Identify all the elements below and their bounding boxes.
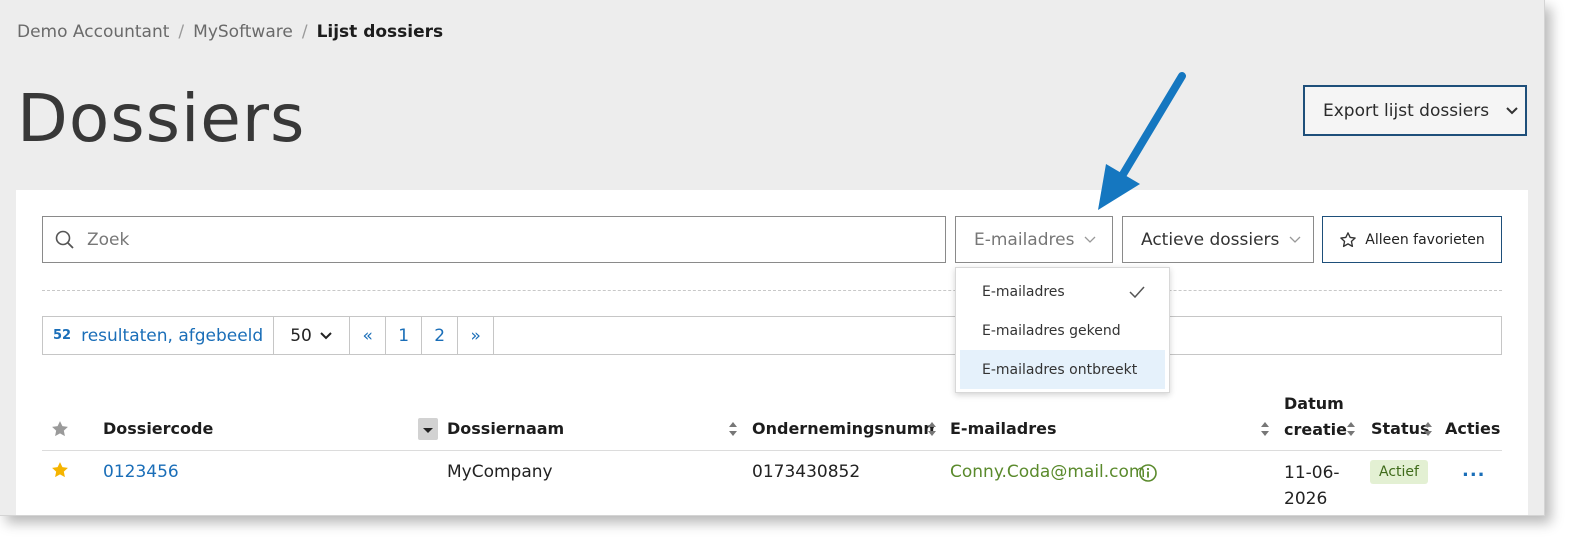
email-filter-select[interactable]: E-mailadres [955,216,1113,263]
favorite-column-star-icon[interactable] [50,419,70,439]
breadcrumb-item-accountant[interactable]: Demo Accountant [17,22,169,42]
info-icon[interactable] [1138,463,1158,483]
star-outline-icon [1340,231,1357,247]
breadcrumb-separator: / [301,22,308,42]
creation-date-line2: 2026 [1284,489,1328,509]
column-header-ondernemingsnummer-label: Ondernemingsnummer [752,419,934,438]
checkmark-icon [1129,285,1145,298]
sort-icon[interactable] [1259,420,1271,438]
sort-icon[interactable] [727,420,739,438]
breadcrumb: Demo Accountant / MySoftware / Lijst dossier… [17,22,443,42]
column-header-ondernemingsnummer[interactable]: Ondernemingsnummer [752,419,934,438]
export-list-button[interactable]: Export lijst dossiers [1303,85,1527,136]
column-header-datum-line1: Datum [1284,394,1344,413]
dropdown-option-email-missing[interactable]: E-mailadres ontbreekt [960,350,1165,389]
header-divider [42,450,1502,451]
breadcrumb-separator: / [178,22,185,42]
dropdown-option-label: E-mailadres gekend [982,322,1121,339]
breadcrumb-item-software[interactable]: MySoftware [193,22,293,42]
sort-icon[interactable] [926,420,938,438]
sort-icon[interactable] [1422,420,1434,438]
dossier-list-panel: E-mailadres Actieve dossiers Alleen favo… [16,190,1528,515]
sort-icon[interactable] [418,418,438,440]
results-count-number: 52 [53,328,72,343]
column-header-acties: Acties [1445,419,1501,438]
email-filter-dropdown: E-mailadres E-mailadres gekend E-mailadr… [955,267,1170,393]
first-page-button[interactable]: « [350,317,387,354]
dropdown-option-email[interactable]: E-mailadres [960,272,1165,311]
per-page-value: 50 [290,325,312,346]
favorites-only-label: Alleen favorieten [1365,231,1485,248]
column-header-status[interactable]: Status [1371,419,1430,438]
star-filled-icon[interactable] [50,460,70,480]
creation-date-line1: 11-06- [1284,463,1340,483]
column-header-dossiercode[interactable]: Dossiercode [103,419,213,438]
annotation-arrow [1098,72,1186,210]
chevron-down-icon [1506,106,1518,114]
column-header-dossiernaam[interactable]: Dossiernaam [447,419,564,438]
dropdown-option-label: E-mailadres [982,283,1065,300]
email-address: Conny.Coda@mail.com [950,462,1146,482]
row-actions-button[interactable]: ... [1462,460,1486,481]
breadcrumb-current: Lijst dossiers [316,22,444,42]
export-list-label: Export lijst dossiers [1323,100,1490,121]
email-filter-label: E-mailadres [974,229,1075,250]
last-page-button[interactable]: » [458,317,495,354]
column-header-datum-line2: creatie [1284,420,1348,439]
dropdown-option-email-known[interactable]: E-mailadres gekend [960,311,1165,350]
sort-icon[interactable] [1345,420,1357,438]
chevron-down-icon [320,331,332,339]
pagination-bar: 52 resultaten, afgebeeld 50 « 1 2 » [42,316,1502,355]
dossier-code-link[interactable]: 0123456 [103,462,179,482]
results-count: 52 resultaten, afgebeeld [43,317,275,354]
divider [42,290,1502,291]
column-header-emailadres[interactable]: E-mailadres [950,419,1057,438]
favorites-only-button[interactable]: Alleen favorieten [1322,216,1502,263]
results-count-label: resultaten, afgebeeld [81,325,264,346]
column-header-datum-creatie[interactable]: Datum creatie [1284,391,1347,443]
status-filter-select[interactable]: Actieve dossiers [1122,216,1314,263]
page-title: Dossiers [17,80,306,157]
search-box[interactable] [42,216,946,263]
search-icon [55,230,74,249]
page-button-2[interactable]: 2 [422,317,459,354]
page-button-1[interactable]: 1 [386,317,423,354]
company-number: 0173430852 [752,462,861,482]
per-page-select[interactable]: 50 [274,317,351,354]
chevron-down-icon [1289,236,1301,243]
dropdown-option-label: E-mailadres ontbreekt [982,361,1138,378]
search-input[interactable] [85,228,905,251]
status-badge: Actief [1370,460,1428,484]
status-filter-label: Actieve dossiers [1141,229,1280,250]
app-window: Demo Accountant / MySoftware / Lijst dossier… [0,0,1545,516]
chevron-down-icon [1084,236,1096,243]
dossier-name: MyCompany [447,462,553,482]
creation-date: 11-06- 2026 [1284,460,1340,512]
